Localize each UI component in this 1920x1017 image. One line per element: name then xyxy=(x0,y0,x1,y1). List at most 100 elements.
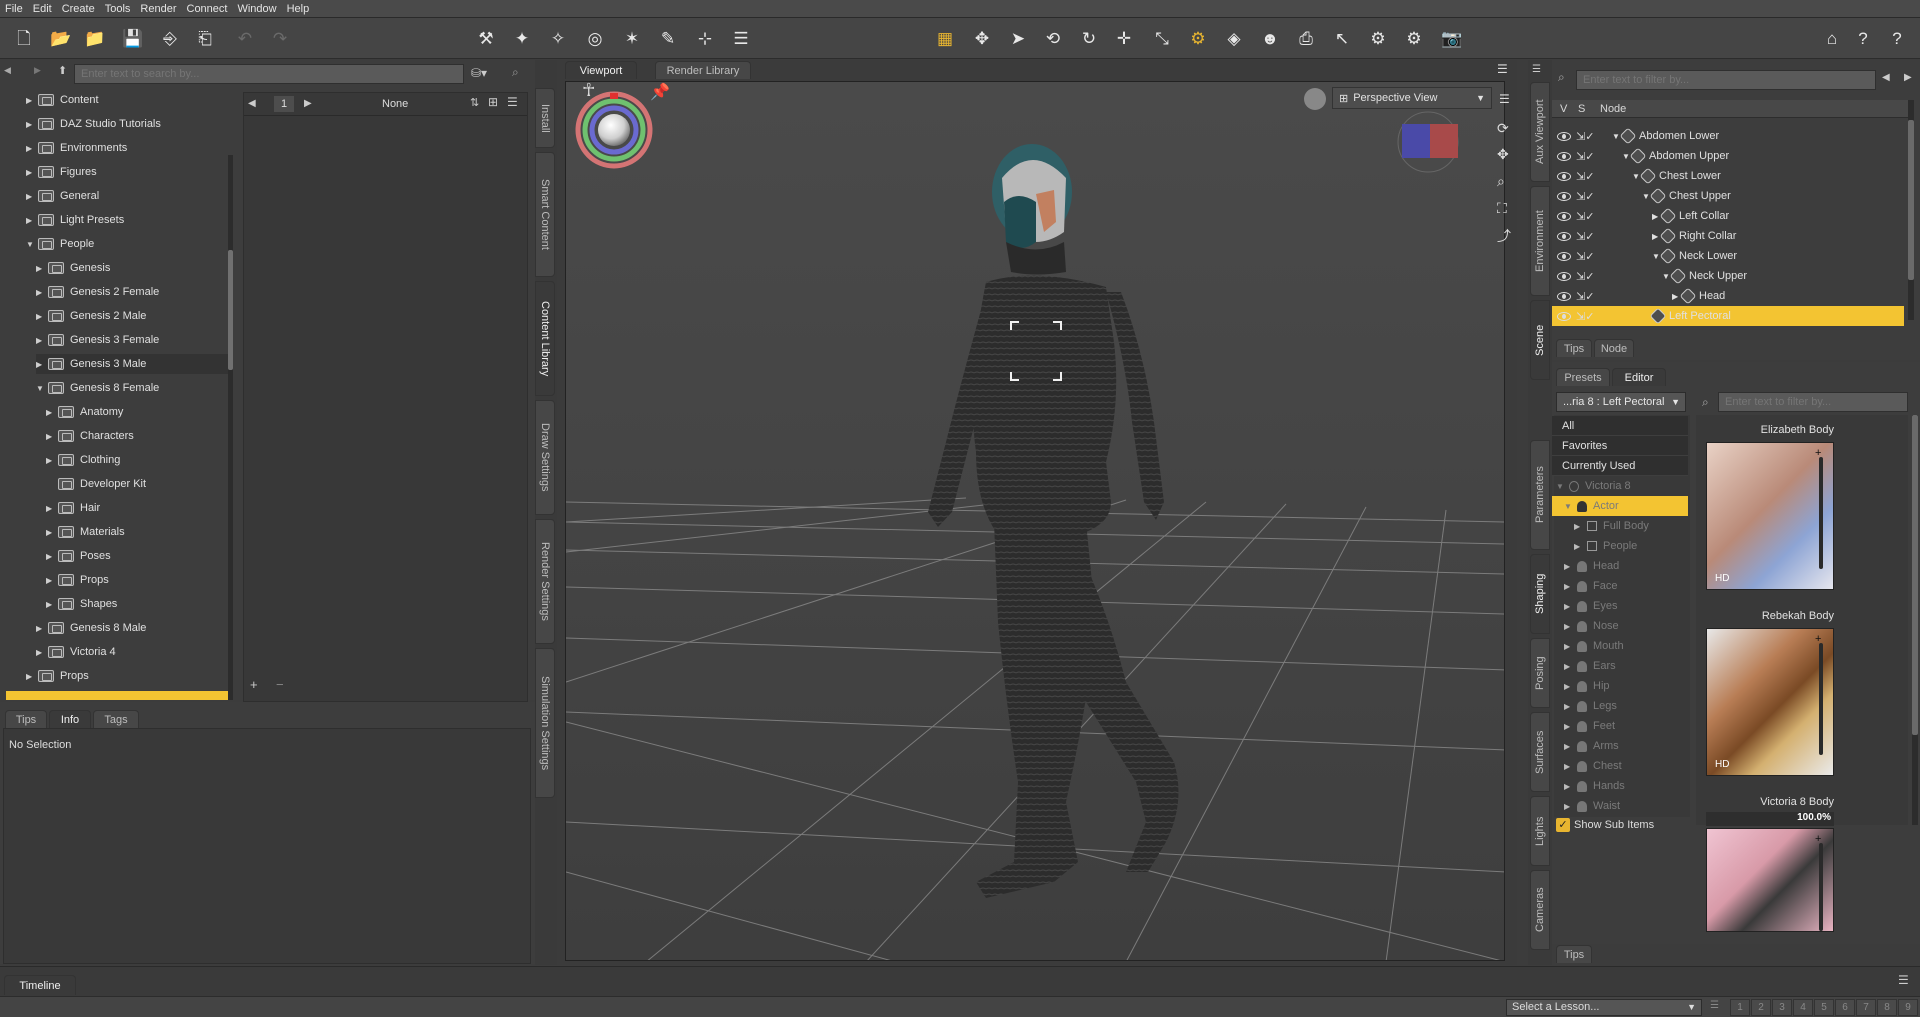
forward-arrow-icon[interactable]: ▶ xyxy=(34,65,48,79)
expand-arrow-icon[interactable]: ▶ xyxy=(1904,72,1912,83)
tab-content-library[interactable]: Content Library xyxy=(535,281,555,396)
expand-arrow-icon[interactable]: ▶ xyxy=(1564,742,1574,751)
scene-node-row[interactable]: ⇲✓ ▼ Neck Lower xyxy=(1552,246,1904,266)
tab-install[interactable]: Install xyxy=(535,88,555,148)
expand-arrow-icon[interactable]: ▼ xyxy=(26,240,36,249)
scale-tool-icon[interactable]: ⤡ xyxy=(1150,26,1174,50)
scene-scrollbar[interactable] xyxy=(1908,100,1914,320)
undo-icon[interactable]: ↶ xyxy=(233,26,257,50)
tab-cameras[interactable]: Cameras xyxy=(1530,870,1550,950)
expand-arrow-icon[interactable]: ▶ xyxy=(46,432,56,441)
property-group-item[interactable]: ▶ Face xyxy=(1552,576,1688,596)
expand-arrow-icon[interactable]: ▶ xyxy=(1564,782,1574,791)
property-list-item[interactable]: Currently Used xyxy=(1552,456,1688,476)
folder-item[interactable]: ▶ Props xyxy=(26,666,89,686)
expand-arrow-icon[interactable]: ▶ xyxy=(1564,702,1574,711)
selectable-check-icon[interactable]: ⇲✓ xyxy=(1576,250,1594,263)
lesson-step-button[interactable]: 6 xyxy=(1835,999,1855,1016)
visibility-eye-icon[interactable] xyxy=(1557,211,1571,221)
expand-arrow-icon[interactable]: ▶ xyxy=(46,456,56,465)
lesson-step-button[interactable]: 1 xyxy=(1730,999,1750,1016)
visibility-eye-icon[interactable] xyxy=(1557,291,1571,301)
parameter-filter-input[interactable] xyxy=(1718,392,1908,412)
tab-timeline[interactable]: Timeline xyxy=(4,975,76,995)
menu-lines-icon[interactable]: ☰ xyxy=(729,26,753,50)
visibility-eye-icon[interactable] xyxy=(1557,151,1571,161)
open-folder-icon[interactable]: 📂 xyxy=(49,26,73,50)
surface-selection-icon[interactable]: ◈ xyxy=(1222,26,1246,50)
grid-view-icon[interactable]: ⊞ xyxy=(488,95,498,109)
lesson-step-button[interactable]: 3 xyxy=(1772,999,1792,1016)
twist-tool-icon[interactable]: ↻ xyxy=(1077,26,1101,50)
tab-viewport[interactable]: Viewport xyxy=(565,61,637,79)
tab-aux-viewport[interactable]: Aux Viewport xyxy=(1530,82,1550,182)
add-icon[interactable]: + xyxy=(250,677,258,692)
tab-lights[interactable]: Lights xyxy=(1530,796,1550,866)
tab-render-settings[interactable]: Render Settings xyxy=(535,519,555,644)
selectable-check-icon[interactable]: ⇲✓ xyxy=(1576,270,1594,283)
search-icon[interactable]: ⌕ xyxy=(512,65,519,80)
dock-menu-icon[interactable]: ☰ xyxy=(1532,64,1541,75)
expand-arrow-icon[interactable]: ▶ xyxy=(36,336,46,345)
node-selection-icon[interactable]: ➤ xyxy=(1006,26,1030,50)
render-settings-icon[interactable]: ⚙ xyxy=(1366,26,1390,50)
folder-item[interactable]: ▶ Environments xyxy=(26,138,127,158)
scene-node-row[interactable]: ⇲✓ ▼ Chest Upper xyxy=(1552,186,1904,206)
folder-item[interactable]: ▶ Shapes xyxy=(46,594,117,614)
folder-item[interactable]: ▶ Light Presets xyxy=(26,210,124,230)
expand-arrow-icon[interactable]: ▶ xyxy=(46,504,56,513)
plus-icon[interactable]: + xyxy=(1815,447,1821,459)
pose-figure-icon[interactable]: ☥ xyxy=(582,80,595,101)
visibility-eye-icon[interactable] xyxy=(1557,251,1571,261)
view-selector[interactable]: ⊞ Perspective View ▼ xyxy=(1332,87,1492,109)
expand-arrow-icon[interactable]: ▼ xyxy=(36,384,46,393)
col-node[interactable]: Node xyxy=(1600,103,1626,115)
property-group-item[interactable]: ▼ Victoria 8 xyxy=(1552,476,1688,496)
folder-item[interactable]: ▶ Poses xyxy=(46,546,111,566)
viewport-options-icon[interactable]: ☰ xyxy=(1499,92,1510,106)
draw-style-icon[interactable] xyxy=(1304,88,1326,110)
expand-arrow-icon[interactable]: ▶ xyxy=(1564,622,1574,631)
merge-icon[interactable]: 📁 xyxy=(83,26,107,50)
expand-arrow-icon[interactable]: ▶ xyxy=(36,648,46,657)
expand-arrow-icon[interactable]: ▶ xyxy=(1564,562,1574,571)
menu-help[interactable]: Help xyxy=(282,3,315,15)
property-group-item[interactable]: ▶ Full Body xyxy=(1552,516,1688,536)
selectable-check-icon[interactable]: ⇲✓ xyxy=(1576,310,1594,323)
folder-item[interactable]: ▶ DAZ Studio Tutorials xyxy=(26,114,161,134)
lesson-step-button[interactable]: 5 xyxy=(1814,999,1834,1016)
folder-item[interactable]: ▶ Genesis 3 Male xyxy=(36,354,228,374)
property-group-item[interactable]: ▶ Waist xyxy=(1552,796,1688,816)
translate-tool-icon[interactable]: ✛ xyxy=(1112,26,1136,50)
database-icon[interactable]: ⛁▾ xyxy=(471,66,487,80)
sort-icon[interactable]: ⇅ xyxy=(470,96,479,109)
tab-posing[interactable]: Posing xyxy=(1530,638,1550,708)
scene-node-row[interactable]: ⇲✓ ▼ Abdomen Lower xyxy=(1552,126,1904,146)
expand-arrow-icon[interactable]: ▶ xyxy=(1564,582,1574,591)
expand-arrow-icon[interactable]: ▶ xyxy=(26,168,36,177)
property-group-item[interactable]: ▶ Hip xyxy=(1552,676,1688,696)
property-group-item[interactable]: ▶ Head xyxy=(1552,556,1688,576)
menu-window[interactable]: Window xyxy=(232,3,281,15)
expand-arrow-icon[interactable]: ▶ xyxy=(1564,802,1574,811)
lesson-select[interactable]: Select a Lesson... ▼ xyxy=(1506,999,1702,1016)
property-group-item[interactable]: ▶ Nose xyxy=(1552,616,1688,636)
scene-node-row[interactable]: ⇲✓ ▼ Chest Lower xyxy=(1552,166,1904,186)
expand-arrow-icon[interactable]: ▶ xyxy=(46,528,56,537)
menu-edit[interactable]: Edit xyxy=(28,3,57,15)
selectable-check-icon[interactable]: ⇲✓ xyxy=(1576,170,1594,183)
visibility-eye-icon[interactable] xyxy=(1557,231,1571,241)
property-group-item[interactable]: ▶ Mouth xyxy=(1552,636,1688,656)
save-icon[interactable]: 💾 xyxy=(121,26,145,50)
folder-item[interactable]: ▶ Content xyxy=(26,90,99,110)
zoom-icon[interactable]: ⌕ xyxy=(1497,173,1505,190)
dial-icon[interactable]: ◎ xyxy=(583,26,607,50)
scene-node-row[interactable]: ⇲✓ ▼ Neck Upper xyxy=(1552,266,1904,286)
lesson-step-button[interactable]: 8 xyxy=(1877,999,1897,1016)
folder-item[interactable]: ▶ Hair xyxy=(46,498,100,518)
folder-item[interactable]: Developer Kit xyxy=(46,474,146,494)
expand-arrow-icon[interactable]: ▶ xyxy=(26,216,36,225)
property-group-item[interactable]: ▶ Feet xyxy=(1552,716,1688,736)
expand-arrow-icon[interactable]: ▼ xyxy=(1564,502,1574,511)
lesson-step-button[interactable]: 9 xyxy=(1898,999,1918,1016)
